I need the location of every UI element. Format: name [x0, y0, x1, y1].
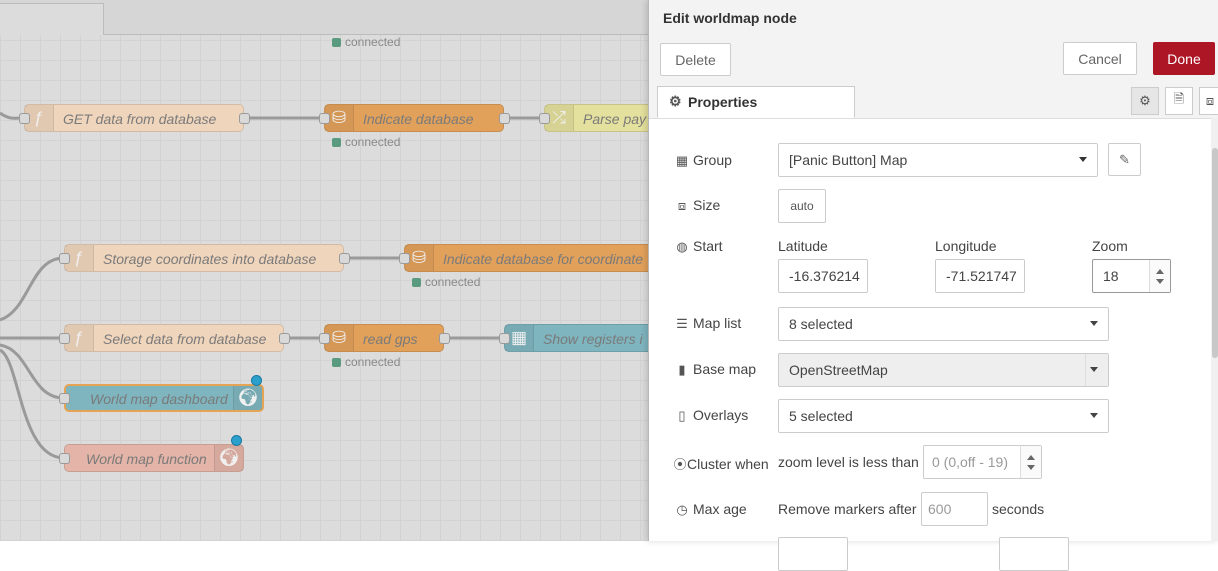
editor-shade [0, 0, 648, 541]
latitude-label: Latitude [778, 238, 828, 254]
tray-toolbar: Delete Cancel Done [649, 35, 1218, 86]
tab-label: Properties [688, 94, 758, 110]
description-tab-icon[interactable]: 🗎︎ [1165, 87, 1193, 115]
cluster-stepper[interactable] [1020, 446, 1041, 478]
next-row-input-2[interactable] [999, 537, 1069, 571]
size-label: ⧈ Size [675, 197, 720, 214]
chevron-down-icon [1027, 465, 1035, 470]
document-icon: 🗎︎ [1173, 91, 1185, 106]
cluster-input[interactable]: 0 (0,off - 19) [923, 445, 1042, 479]
latitude-value: -16.376214 [789, 268, 860, 284]
appearance-tab-icon[interactable]: ⧈ [1199, 87, 1218, 115]
overlays-select[interactable]: 5 selected [778, 399, 1109, 433]
map-outline-icon: ▯ [678, 408, 686, 423]
chevron-down-icon [1079, 157, 1087, 162]
basemap-select[interactable]: OpenStreetMap [778, 353, 1109, 387]
overlays-label: ▯ Overlays [675, 407, 748, 424]
zoom-input[interactable]: 18 [1092, 259, 1171, 293]
size-button[interactable]: auto [778, 189, 826, 223]
tray-scrollbar[interactable] [1211, 118, 1218, 541]
scroll-thumb[interactable] [1212, 148, 1218, 358]
maplist-label: ☰ Map list [676, 315, 742, 331]
tab-properties[interactable]: ⚙ Properties [657, 86, 855, 118]
latitude-input[interactable]: -16.376214 [778, 259, 868, 293]
flow-canvas[interactable]: connected ƒ GET data from database ⛁ Ind… [0, 0, 648, 541]
cancel-button[interactable]: Cancel [1063, 42, 1137, 75]
map-icon: ▮ [678, 362, 686, 377]
chevron-up-icon [1027, 455, 1035, 460]
group-select[interactable]: [Panic Button] Map [778, 143, 1098, 177]
done-button[interactable]: Done [1153, 42, 1215, 75]
next-row-input[interactable] [778, 537, 848, 571]
tray-title: Edit worldmap node [663, 10, 797, 26]
longitude-input[interactable]: -71.521747 [935, 259, 1025, 293]
chevron-down-icon [1090, 367, 1098, 372]
chevron-up-icon [1156, 269, 1164, 274]
gear-icon: ⚙ [1139, 93, 1151, 108]
pencil-icon: ✎ [1119, 151, 1130, 167]
resize-icon: ⧈ [677, 198, 687, 213]
maxage-text: Remove markers after [778, 501, 917, 517]
maxage-label: ◷ Max age [676, 501, 747, 517]
list-icon: ☰ [676, 316, 688, 331]
basemap-value: OpenStreetMap [789, 362, 888, 378]
tray-tabs: ⚙ Properties ⚙ 🗎︎ ⧈ [649, 85, 1218, 119]
maxage-input[interactable]: 600 [921, 492, 988, 526]
maplist-value: 8 selected [789, 316, 853, 332]
zoom-stepper[interactable] [1149, 260, 1170, 292]
properties-form: ▦ Group [Panic Button] Map ✎ ⧈ Size auto ◍… [649, 118, 1209, 571]
delete-button[interactable]: Delete [660, 43, 731, 76]
maxage-unit: seconds [992, 501, 1045, 517]
maplist-select[interactable]: 8 selected [778, 307, 1109, 341]
cluster-label: ⦿Cluster when [673, 456, 769, 472]
cluster-placeholder: 0 (0,off - 19) [932, 454, 1009, 470]
gear-icon: ⚙ [669, 93, 682, 109]
longitude-value: -71.521747 [946, 268, 1017, 284]
dot-circle-icon: ⦿ [673, 457, 687, 472]
maxage-placeholder: 600 [928, 501, 952, 517]
start-label: ◍ Start [676, 238, 723, 254]
edit-group-button[interactable]: ✎ [1108, 143, 1141, 176]
frame-icon: ⧈ [1205, 93, 1215, 108]
group-select-value: [Panic Button] Map [789, 152, 908, 168]
overlays-value: 5 selected [789, 408, 853, 424]
group-label: ▦ Group [675, 152, 732, 168]
chevron-down-icon [1156, 279, 1164, 284]
chevron-down-icon [1090, 413, 1098, 418]
table-icon: ▦ [675, 153, 689, 168]
basemap-label: ▮ Base map [675, 361, 756, 378]
edit-tray: Edit worldmap node Delete Cancel Done ⚙ … [648, 0, 1218, 571]
longitude-label: Longitude [935, 238, 997, 254]
chevron-down-icon [1090, 321, 1098, 326]
tray-header: Edit worldmap node [649, 0, 1218, 36]
globe-icon: ◍ [676, 239, 688, 254]
cluster-text: zoom level is less than [778, 454, 919, 470]
zoom-value: 18 [1103, 268, 1119, 284]
settings-tab-icon[interactable]: ⚙ [1131, 87, 1159, 115]
zoom-label: Zoom [1092, 238, 1128, 254]
clock-icon: ◷ [676, 502, 688, 517]
